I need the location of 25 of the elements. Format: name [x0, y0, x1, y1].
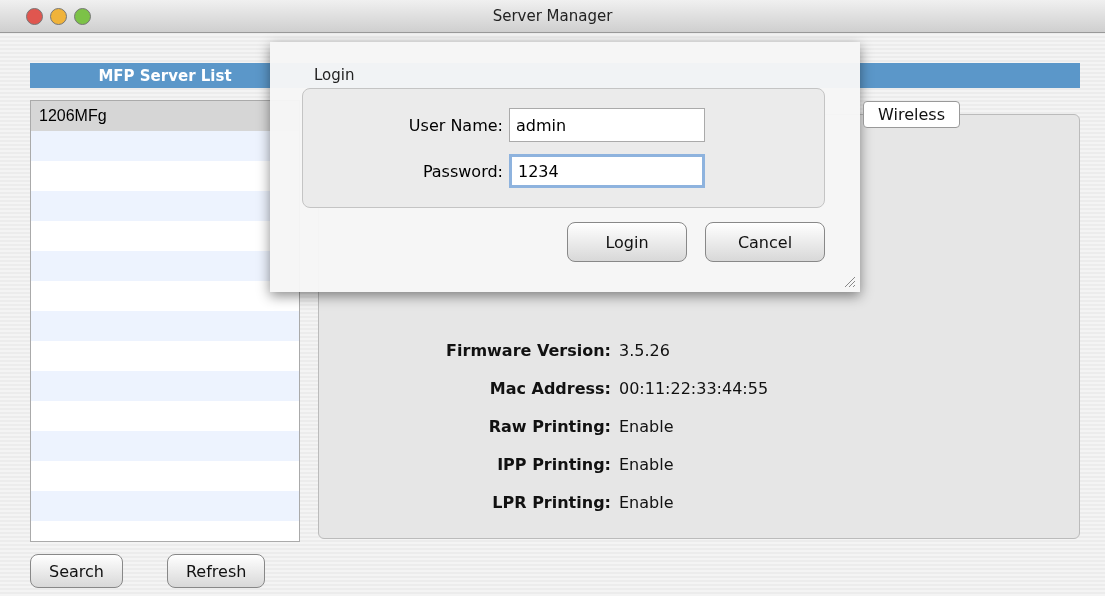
field-label: Password:: [421, 161, 503, 181]
detail-value: Enable: [619, 492, 675, 514]
detail-value: 00:11:22:33:44:55: [619, 378, 770, 400]
list-button[interactable]: Refresh: [166, 554, 266, 588]
resize-grip-icon[interactable]: [844, 276, 856, 288]
group-title: Login: [314, 66, 356, 84]
tab[interactable]: Wireless: [863, 101, 960, 128]
detail-value: 3.5.26: [619, 340, 671, 362]
minimize-icon[interactable]: [50, 7, 67, 25]
detail-label: IPP Printing:: [496, 454, 611, 476]
detail-value: Enable: [619, 416, 675, 438]
field-label: User Name:: [407, 115, 503, 135]
detail-label: Firmware Version:: [445, 340, 611, 362]
close-icon[interactable]: [26, 7, 43, 25]
detail-label: Mac Address:: [488, 378, 611, 400]
dialog-button[interactable]: Cancel: [705, 222, 825, 262]
detail-label: LPR Printing:: [491, 492, 611, 514]
window-title: Server Manager: [492, 7, 613, 25]
zoom-icon[interactable]: [74, 7, 91, 25]
detail-value: Enable: [619, 454, 675, 476]
input-field[interactable]: 1234: [509, 154, 705, 188]
input-field[interactable]: admin: [509, 108, 705, 142]
dialog-button[interactable]: Login: [567, 222, 687, 262]
detail-label: Raw Printing:: [487, 416, 611, 438]
list-button[interactable]: Search: [30, 554, 123, 588]
